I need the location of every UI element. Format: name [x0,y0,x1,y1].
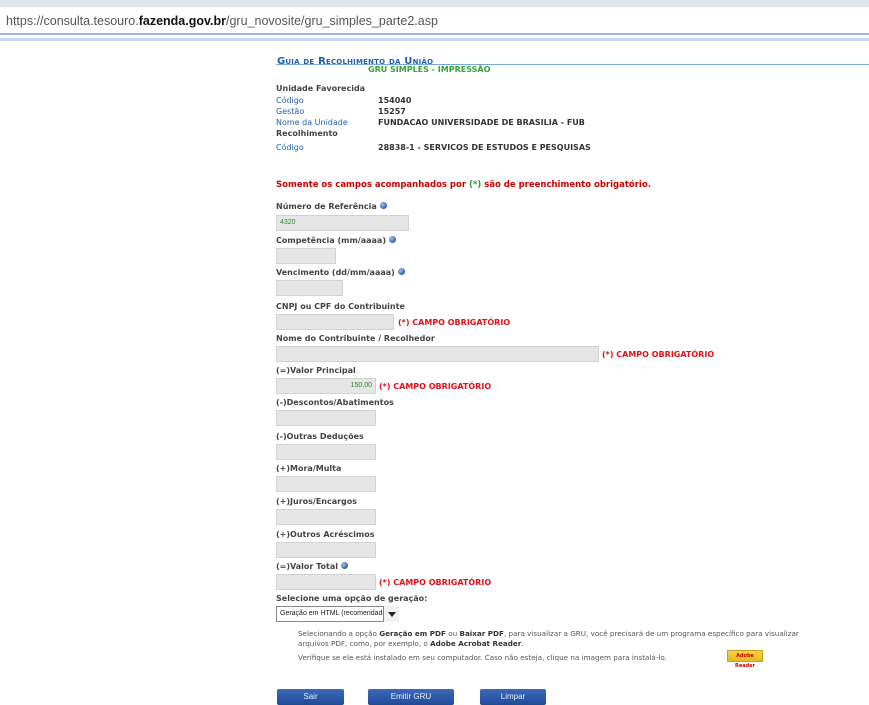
note-bold: Adobe Acrobat Reader [430,639,522,648]
outras-deducoes-label: (-)Outras Deduções [276,432,364,441]
outras-deducoes-input[interactable] [276,444,376,460]
toolbar-divider [0,33,869,35]
valor-principal-input[interactable]: 150,00 [276,378,376,394]
chevron-down-icon[interactable] [383,606,399,622]
help-icon[interactable] [341,562,348,569]
recolhimento-codigo-label: Código [276,143,304,152]
title-rule [276,64,869,65]
pdf-note-line-1: Selecionando a opção Geração em PDF ou B… [298,629,799,638]
warning-mark: (*) [469,180,482,190]
competencia-input[interactable] [276,248,336,264]
nome-unidade-label: Nome da Unidade [276,118,348,127]
nome-required: (*) CAMPO OBRIGATÓRIO [602,350,715,359]
pdf-note-line-2: arquivos PDF, como, por exemplo, o Adobe… [298,639,524,648]
competencia-label-text: Competência (mm/aaaa) [276,236,386,245]
juros-encargos-label: (+)Juros/Encargos [276,497,358,506]
competencia-label: Competência (mm/aaaa) [276,236,396,245]
sair-button[interactable]: Sair [277,689,344,705]
valor-total-label-text: (=)Valor Total [276,562,338,571]
help-icon[interactable] [397,268,405,275]
outros-acrescimos-input[interactable] [276,542,376,558]
vencimento-input[interactable] [276,280,343,296]
note-bold: Geração em PDF [379,629,446,638]
emitir-gru-button[interactable]: Emitir GRU [368,689,454,705]
vencimento-label-text: Vencimento (dd/mm/aaaa) [276,268,395,277]
help-icon[interactable] [388,236,396,243]
limpar-button[interactable]: Limpar [480,689,546,705]
numero-referencia-label: Número de Referência [276,202,387,211]
valor-total-required: (*) CAMPO OBRIGATÓRIO [379,578,492,587]
help-icon[interactable] [379,202,387,209]
note-text: , para visualizar a GRU, você precisará … [503,629,799,638]
warning-post: são de preenchimento obrigatório. [481,180,651,190]
required-warning: Somente os campos acompanhados por (*) s… [276,180,651,190]
geracao-select[interactable]: Geração em HTML (recomendada) [276,606,399,622]
pdf-note-line-3: Verifique se ele está instalado em seu c… [298,653,667,662]
note-bold: Baixar PDF [459,629,504,638]
unidade-codigo-value: 154040 [378,96,412,105]
url-domain: fazenda.gov.br [138,14,226,28]
descontos-input[interactable] [276,410,376,426]
numero-referencia-input[interactable]: 4320 [276,215,409,231]
vencimento-label: Vencimento (dd/mm/aaaa) [276,268,405,277]
url-text[interactable]: https://consulta.tesouro.fazenda.gov.br/… [6,14,438,28]
gestao-value: 15257 [378,107,406,116]
unidade-codigo-label: Código [276,96,304,105]
url-path: /gru_novosite/gru_simples_parte2.asp [226,14,438,28]
nome-unidade-value: FUNDACAO UNIVERSIDADE DE BRASILIA - FUB [378,118,585,127]
descontos-label: (-)Descontos/Abatimentos [276,398,394,407]
page-subtitle: GRU SIMPLES - IMPRESSÃO [368,65,491,74]
numero-referencia-label-text: Número de Referência [276,202,377,211]
cnpj-required: (*) CAMPO OBRIGATÓRIO [398,318,511,327]
valor-principal-required: (*) CAMPO OBRIGATÓRIO [379,382,492,391]
toolbar-divider-secondary [0,38,869,41]
gestao-label: Gestão [276,107,305,116]
recolhimento-codigo-value: 28838-1 - SERVICOS DE ESTUDOS E PESQUISA… [378,143,591,152]
url-prefix: https://consulta.tesouro. [6,14,139,28]
mora-multa-input[interactable] [276,476,376,492]
geracao-label: Selecione uma opção de geração: [276,594,428,603]
nome-contribuinte-input[interactable] [276,346,599,362]
cnpj-cpf-label: CNPJ ou CPF do Contribuinte [276,302,405,311]
cnpj-cpf-input[interactable] [276,314,394,330]
note-text: ou [445,629,460,638]
nome-contribuinte-label: Nome do Contribuinte / Recolhedor [276,334,435,343]
warning-pre: Somente os campos acompanhados por [276,180,470,190]
valor-total-label: (=)Valor Total [276,562,348,571]
adobe-reader-badge[interactable]: Adobe Reader [727,650,763,669]
mora-multa-label: (+)Mora/Multa [276,464,342,473]
section-unidade-favorecida: Unidade Favorecida [276,84,366,93]
juros-encargos-input[interactable] [276,509,376,525]
note-text: arquivos PDF, como, por exemplo, o [298,639,431,648]
valor-principal-label: (=)Valor Principal [276,366,356,375]
outros-acrescimos-label: (+)Outros Acréscimos [276,530,375,539]
section-recolhimento: Recolhimento [276,129,338,138]
note-text: . [521,639,524,648]
valor-total-input[interactable] [276,574,376,590]
note-text: Selecionando a opção [298,629,380,638]
